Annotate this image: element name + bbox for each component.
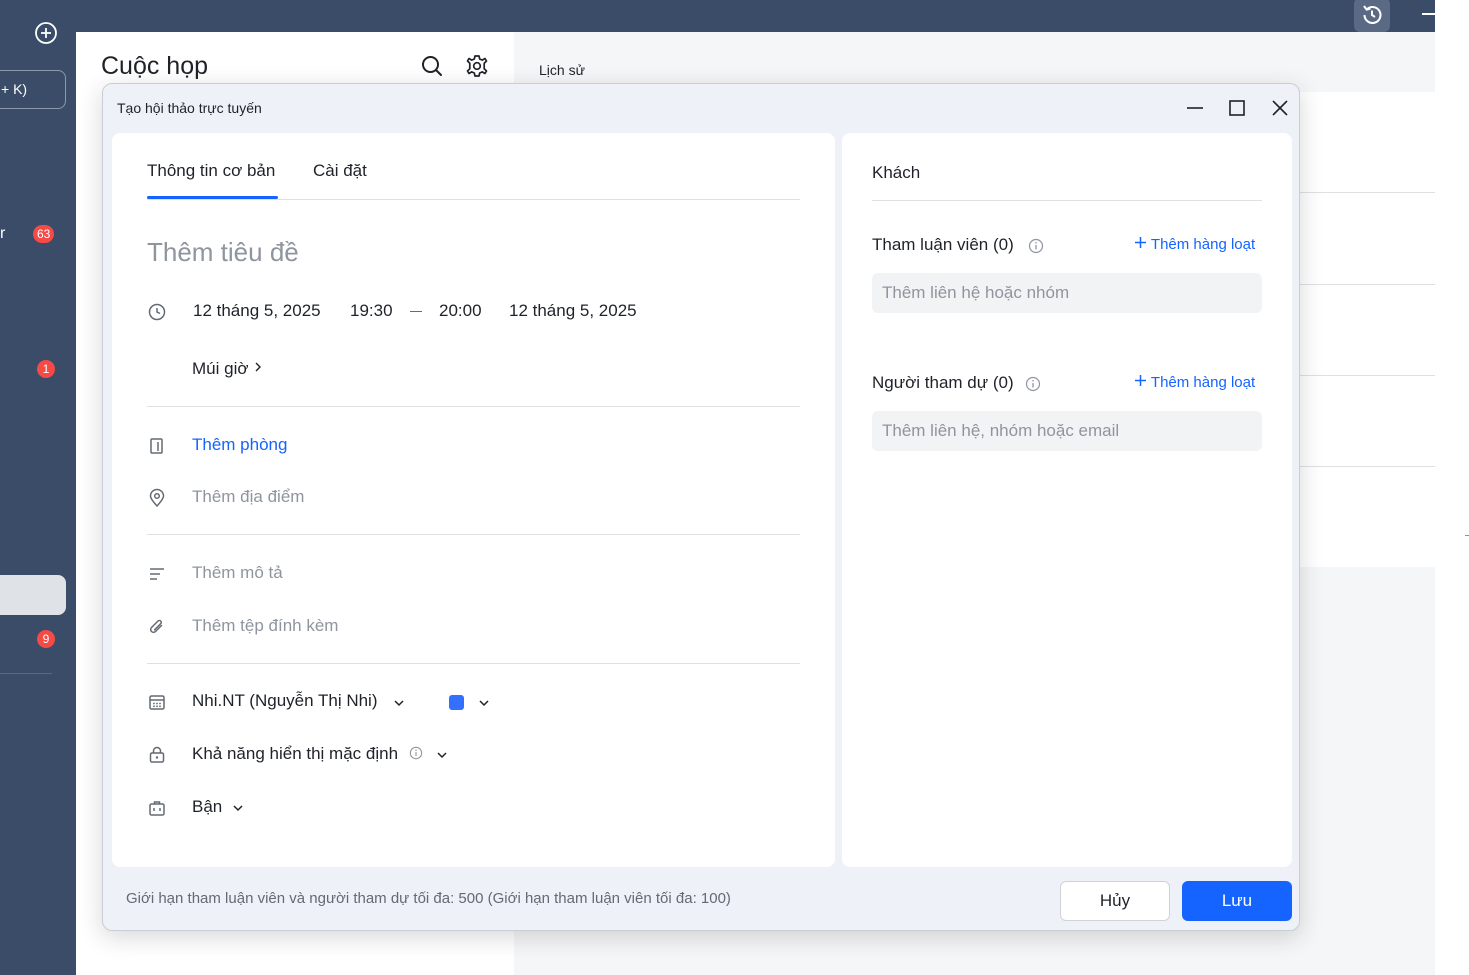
tab-basic-info[interactable]: Thông tin cơ bản bbox=[147, 161, 275, 181]
save-button[interactable]: Lưu bbox=[1182, 881, 1292, 921]
attendees-label: Người tham dự (0) bbox=[872, 373, 1014, 392]
add-location-field[interactable]: Thêm địa điểm bbox=[192, 487, 304, 507]
info-icon[interactable] bbox=[1025, 376, 1041, 392]
room-icon bbox=[150, 438, 163, 454]
search-icon[interactable] bbox=[419, 53, 445, 79]
history-clock-icon bbox=[1363, 5, 1382, 24]
minimize-icon[interactable] bbox=[1183, 96, 1207, 120]
description-lines-icon bbox=[150, 568, 164, 580]
page-title: Cuộc họp bbox=[101, 52, 209, 80]
tab-settings[interactable]: Cài đặt bbox=[313, 161, 367, 181]
panelists-bulk-add-label: Thêm hàng loạt bbox=[1150, 236, 1256, 253]
add-description-field[interactable]: Thêm mô tả bbox=[192, 563, 283, 583]
tab-divider bbox=[147, 199, 800, 200]
guests-divider bbox=[872, 200, 1262, 201]
limit-note: Giới hạn tham luận viên và người tham dự… bbox=[126, 890, 731, 907]
guests-heading: Khách bbox=[872, 163, 921, 182]
search-shortcut-button[interactable]: + K) bbox=[0, 70, 66, 109]
location-pin-icon bbox=[149, 488, 165, 508]
cancel-button[interactable]: Hủy bbox=[1060, 881, 1170, 921]
gear-icon[interactable] bbox=[464, 53, 490, 79]
window-minimize-icon[interactable] bbox=[1422, 13, 1435, 15]
end-time[interactable]: 20:00 bbox=[439, 301, 482, 321]
plus-icon bbox=[1135, 237, 1146, 248]
history-label: Lịch sử bbox=[539, 62, 585, 78]
time-range-dash bbox=[410, 311, 422, 312]
dialog-title: Tạo hội thảo trực tuyến bbox=[117, 100, 262, 116]
guests-panel: Khách Tham luận viên (0) Thêm hàng loạt … bbox=[842, 133, 1292, 867]
rail-item-selected[interactable] bbox=[0, 575, 66, 615]
chevron-right-icon bbox=[255, 362, 262, 372]
chevron-down-icon[interactable] bbox=[231, 801, 245, 815]
availability-select[interactable]: Bận bbox=[192, 797, 222, 817]
list-divider bbox=[1300, 192, 1435, 193]
section-divider bbox=[147, 406, 800, 407]
panelists-bulk-add-link[interactable]: Thêm hàng loạt bbox=[1134, 236, 1255, 253]
visibility-select[interactable]: Khả năng hiển thị mặc định bbox=[192, 744, 398, 764]
unread-badge: 1 bbox=[37, 360, 55, 378]
start-time[interactable]: 19:30 bbox=[350, 301, 393, 321]
calendar-icon bbox=[149, 695, 165, 710]
list-divider bbox=[1300, 466, 1435, 467]
briefcase-icon bbox=[149, 801, 165, 816]
top-bar bbox=[0, 0, 1435, 32]
maximize-icon[interactable] bbox=[1225, 96, 1249, 120]
info-icon[interactable] bbox=[1028, 238, 1044, 254]
info-icon[interactable] bbox=[409, 746, 423, 760]
section-divider bbox=[147, 534, 800, 535]
lock-icon bbox=[149, 746, 165, 763]
timezone-label: Múi giờ bbox=[192, 359, 249, 378]
calendar-color-swatch[interactable] bbox=[449, 695, 464, 710]
attendees-bulk-add-link[interactable]: Thêm hàng loạt bbox=[1134, 374, 1255, 391]
add-attachment-field[interactable]: Thêm tệp đính kèm bbox=[192, 616, 338, 636]
chevron-down-icon[interactable] bbox=[435, 748, 449, 762]
add-room-link[interactable]: Thêm phòng bbox=[192, 435, 287, 455]
plus-icon bbox=[1135, 375, 1146, 386]
history-button[interactable] bbox=[1354, 0, 1390, 32]
paperclip-icon bbox=[149, 619, 163, 634]
title-input[interactable] bbox=[147, 237, 787, 268]
list-divider bbox=[1300, 375, 1435, 376]
edge-mark bbox=[1465, 535, 1469, 536]
clock-icon bbox=[148, 303, 166, 321]
section-divider bbox=[147, 663, 800, 664]
calendar-owner-select[interactable]: Nhi.NT (Nguyễn Thị Nhi) bbox=[192, 691, 378, 711]
chevron-down-icon[interactable] bbox=[392, 696, 406, 710]
left-rail bbox=[0, 0, 76, 975]
rail-item-label: r bbox=[0, 225, 6, 242]
create-webinar-dialog: Tạo hội thảo trực tuyến Thông tin cơ bản… bbox=[102, 83, 1300, 931]
end-date[interactable]: 12 tháng 5, 2025 bbox=[509, 301, 637, 321]
unread-badge: 9 bbox=[37, 630, 55, 648]
panelists-input[interactable] bbox=[872, 273, 1262, 313]
basic-info-panel: Thông tin cơ bản Cài đặt 12 tháng 5, 202… bbox=[112, 133, 835, 867]
close-icon[interactable] bbox=[1268, 96, 1292, 120]
unread-badge: 63 bbox=[33, 225, 55, 243]
chevron-down-icon[interactable] bbox=[477, 696, 491, 710]
meeting-list-card bbox=[1300, 92, 1435, 567]
attendees-input[interactable] bbox=[872, 411, 1262, 451]
attendees-bulk-add-label: Thêm hàng loạt bbox=[1150, 374, 1256, 391]
rail-divider bbox=[0, 673, 52, 674]
list-divider bbox=[1300, 284, 1435, 285]
start-date[interactable]: 12 tháng 5, 2025 bbox=[193, 301, 321, 321]
panelists-label: Tham luận viên (0) bbox=[872, 235, 1014, 254]
timezone-button[interactable]: Múi giờ bbox=[192, 359, 263, 379]
add-circle-icon[interactable] bbox=[32, 19, 60, 47]
